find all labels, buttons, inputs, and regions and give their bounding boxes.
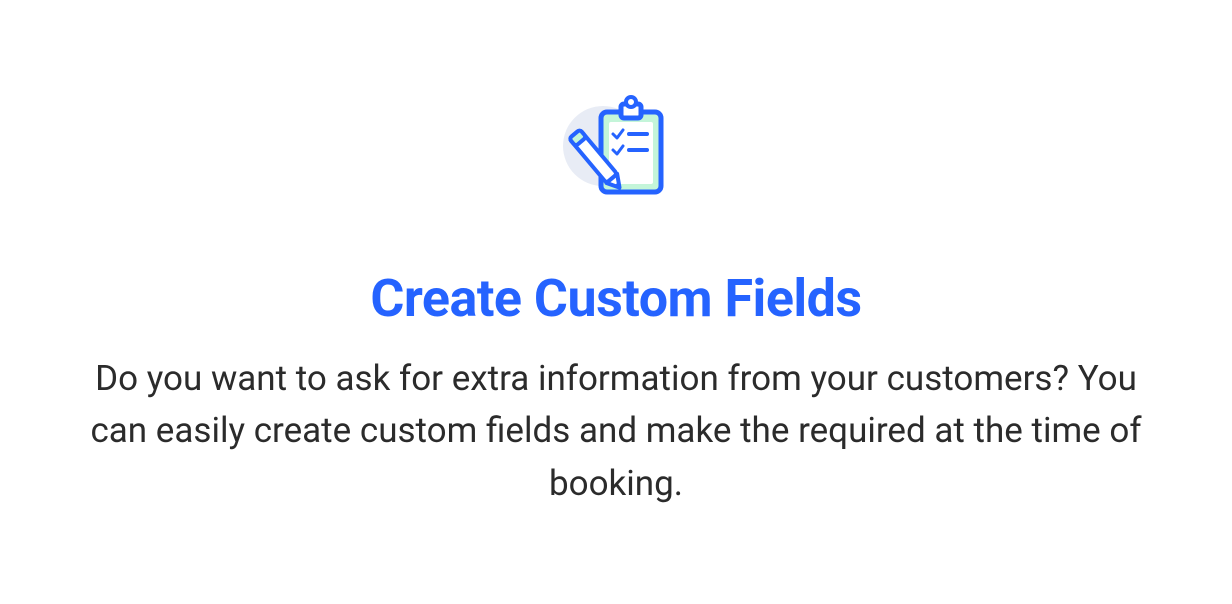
feature-heading: Create Custom Fields [370, 268, 861, 329]
feature-description: Do you want to ask for extra information… [80, 353, 1152, 511]
clipboard-pencil-icon [551, 94, 681, 228]
